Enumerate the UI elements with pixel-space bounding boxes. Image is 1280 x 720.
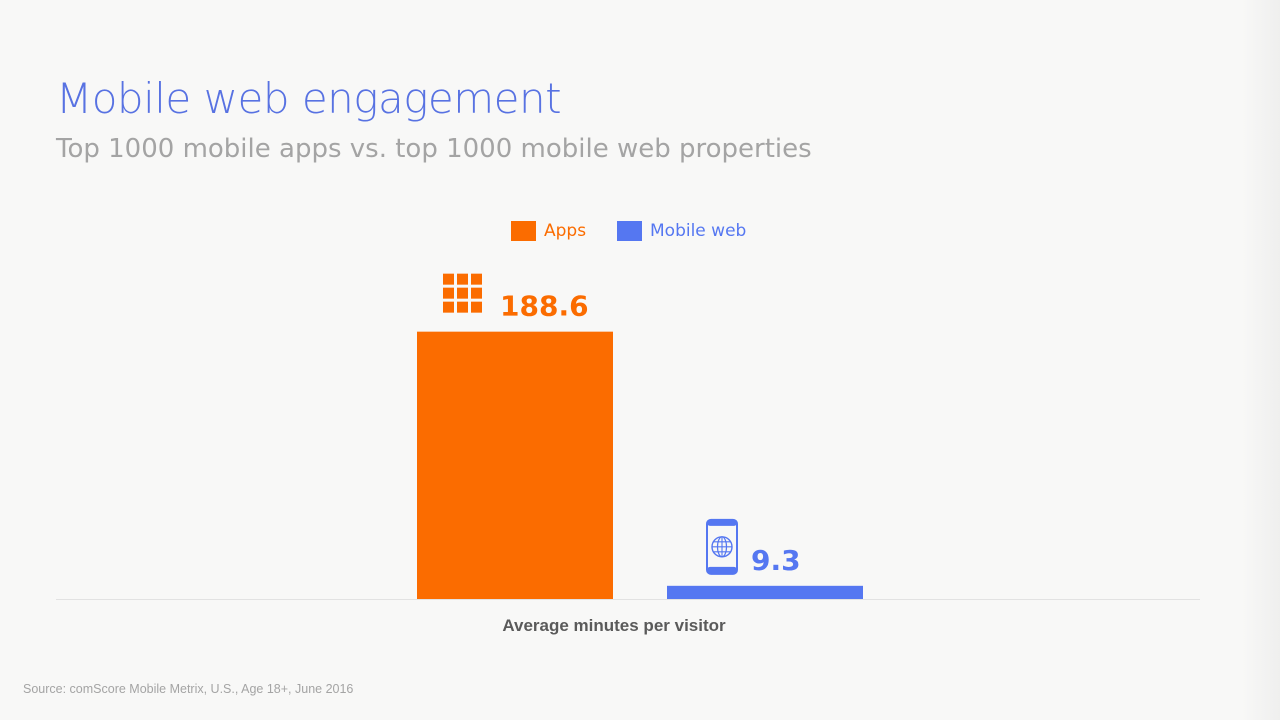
app-grid-icon [443,273,482,313]
value-label-apps: 188.6 [500,290,589,323]
bar-apps [417,331,613,599]
phone-globe-icon [706,518,738,575]
value-label-mobile-web: 9.3 [751,544,801,577]
bar-mobile-web [667,585,863,599]
source-note: Source: comScore Mobile Metrix, U.S., Ag… [23,682,354,696]
x-axis-label: Average minutes per visitor [502,616,726,635]
slide: Mobile web engagement Top 1000 mobile ap… [0,0,1280,720]
bar-chart: 188.6 9.3 Average minutes per visitor [56,273,1200,635]
